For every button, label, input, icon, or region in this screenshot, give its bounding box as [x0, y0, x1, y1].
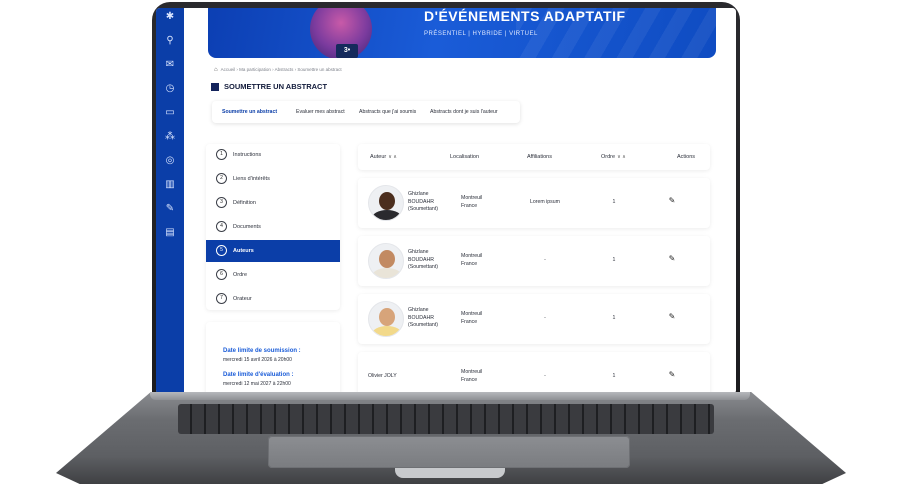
author-order: 1 — [612, 373, 616, 379]
step-label: Instructions — [233, 152, 262, 158]
author-order: 1 — [612, 315, 616, 321]
laptop-frame: ✱ ⚲ ✉ ◷ ▭ ⁂ ◎ ▥ ✎ ▤ 3• D'ÉVÉNEMENTS ADAP… — [0, 0, 900, 500]
avatar — [368, 243, 404, 279]
step-number: 6 — [216, 269, 227, 280]
author-name: Ghizlane BOUDAHR (Soumettant) — [408, 249, 438, 270]
breadcrumb: ⌂ Accueil › Ma participation › Abstracts … — [214, 67, 342, 73]
laptop-hinge — [150, 392, 750, 400]
steps-panel: 1 Instructions 2 Liens d'intérêts 3 Défi… — [206, 144, 340, 310]
step-label: Documents — [233, 224, 261, 230]
hero-title: D'ÉVÉNEMENTS ADAPTATIF — [424, 8, 626, 24]
evaluation-deadline-value: mercredi 12 mai 2027 à 22h00 — [223, 381, 291, 387]
step-label: Orateur — [233, 296, 252, 302]
keyboard — [178, 404, 714, 434]
evaluation-deadline-label: Date limite d'évaluation : — [223, 372, 294, 378]
table-row: Olivier JOLY Montreuil France - 1 ✎ — [358, 352, 710, 394]
clock-icon[interactable]: ◷ — [163, 82, 177, 96]
home-icon[interactable]: ⌂ — [214, 67, 218, 73]
step-number: 1 — [216, 149, 227, 160]
author-affiliation: - — [544, 373, 546, 379]
step-documents[interactable]: 4 Documents — [206, 216, 340, 238]
edit-icon[interactable]: ✎ — [163, 202, 177, 216]
author-location: Montreuil France — [461, 311, 483, 325]
submission-deadline-value: mercredi 15 avril 2026 à 20h00 — [223, 357, 292, 363]
author-affiliation: Lorem ipsum — [530, 199, 560, 205]
author-location: Montreuil France — [461, 253, 483, 267]
main-content: 3• D'ÉVÉNEMENTS ADAPTATIF PRÉSENTIEL | H… — [184, 8, 736, 394]
avatar — [368, 301, 404, 337]
edit-icon[interactable]: ✎ — [667, 370, 677, 380]
step-label: Définition — [233, 200, 256, 206]
step-instructions[interactable]: 1 Instructions — [206, 144, 340, 166]
tab-auteur[interactable]: Abstracts dont je suis l'auteur — [430, 101, 498, 123]
author-order: 1 — [612, 257, 616, 263]
network-icon[interactable]: ⁂ — [163, 130, 177, 144]
column-affiliations: Affiliations — [527, 154, 552, 160]
deadlines-panel: Date limite de soumission : mercredi 15 … — [206, 322, 340, 394]
step-number: 3 — [216, 197, 227, 208]
tab-soumis[interactable]: Abstracts que j'ai soumis — [359, 101, 416, 123]
tab-soumettre[interactable]: Soumettre un abstract — [222, 101, 277, 123]
step-label: Auteurs — [233, 248, 254, 254]
edit-icon[interactable]: ✎ — [667, 196, 677, 206]
table-row: Ghizlane BOUDAHR (Soumettant) Montreuil … — [358, 236, 710, 286]
author-name: Ghizlane BOUDAHR (Soumettant) — [408, 307, 438, 328]
step-orateur[interactable]: 7 Orateur — [206, 288, 340, 310]
page-title: SOUMETTRE UN ABSTRACT — [224, 82, 328, 91]
tab-evaluer[interactable]: Evaluer mes abstract — [296, 101, 345, 123]
form-icon[interactable]: ▤ — [163, 226, 177, 240]
edit-icon[interactable]: ✎ — [667, 312, 677, 322]
breadcrumb-text[interactable]: Accueil › Ma participation › Abstracts ›… — [221, 67, 342, 72]
title-marker — [211, 83, 219, 91]
step-ordre[interactable]: 6 Ordre — [206, 264, 340, 286]
tab-bar: Soumettre un abstract Evaluer mes abstra… — [212, 101, 520, 123]
step-number: 2 — [216, 173, 227, 184]
step-auteurs[interactable]: 5 Auteurs — [206, 240, 340, 262]
hero-device: 3• — [336, 44, 358, 58]
avatar — [368, 185, 404, 221]
globe-icon[interactable]: ◎ — [163, 154, 177, 168]
step-definition[interactable]: 3 Définition — [206, 192, 340, 214]
author-affiliation: - — [544, 315, 546, 321]
author-affiliation: - — [544, 257, 546, 263]
step-number: 7 — [216, 293, 227, 304]
authors-table-header: Auteur ∨ ∧ Localisation Affiliations Ordr… — [358, 144, 710, 170]
laptop-screen: ✱ ⚲ ✉ ◷ ▭ ⁂ ◎ ▥ ✎ ▤ 3• D'ÉVÉNEMENTS ADAP… — [156, 8, 736, 394]
sidebar: ✱ ⚲ ✉ ◷ ▭ ⁂ ◎ ▥ ✎ ▤ — [156, 8, 184, 394]
mail-icon[interactable]: ✉ — [163, 58, 177, 72]
author-location: Montreuil France — [461, 369, 483, 383]
step-number: 5 — [216, 245, 227, 256]
author-name: Olivier JOLY — [368, 373, 397, 379]
sort-icon[interactable]: ∨ ∧ — [617, 154, 626, 160]
logo-icon[interactable]: ✱ — [163, 10, 177, 24]
column-order[interactable]: Ordre ∨ ∧ — [601, 144, 626, 170]
trackpad — [268, 436, 630, 468]
author-name: Ghizlane BOUDAHR (Soumettant) — [408, 191, 438, 212]
author-order: 1 — [612, 199, 616, 205]
library-icon[interactable]: ▥ — [163, 178, 177, 192]
submission-deadline-label: Date limite de soumission : — [223, 348, 301, 354]
hero-subtitle: PRÉSENTIEL | HYBRIDE | VIRTUEL — [424, 31, 538, 37]
book-icon[interactable]: ▭ — [163, 106, 177, 120]
step-liens[interactable]: 2 Liens d'intérêts — [206, 168, 340, 190]
hero-banner: 3• D'ÉVÉNEMENTS ADAPTATIF PRÉSENTIEL | H… — [208, 8, 716, 58]
column-location: Localisation — [450, 154, 480, 160]
bag-icon[interactable]: ⚲ — [163, 34, 177, 48]
edit-icon[interactable]: ✎ — [667, 254, 677, 264]
step-number: 4 — [216, 221, 227, 232]
table-row: Ghizlane BOUDAHR (Soumettant) Montreuil … — [358, 178, 710, 228]
column-author[interactable]: Auteur ∨ ∧ — [370, 144, 397, 170]
laptop-notch — [395, 468, 505, 478]
sort-icon[interactable]: ∨ ∧ — [388, 154, 397, 160]
column-actions: Actions — [677, 154, 696, 160]
step-label: Ordre — [233, 272, 248, 278]
step-label: Liens d'intérêts — [233, 176, 270, 182]
author-location: Montreuil France — [461, 195, 483, 209]
table-row: Ghizlane BOUDAHR (Soumettant) Montreuil … — [358, 294, 710, 344]
